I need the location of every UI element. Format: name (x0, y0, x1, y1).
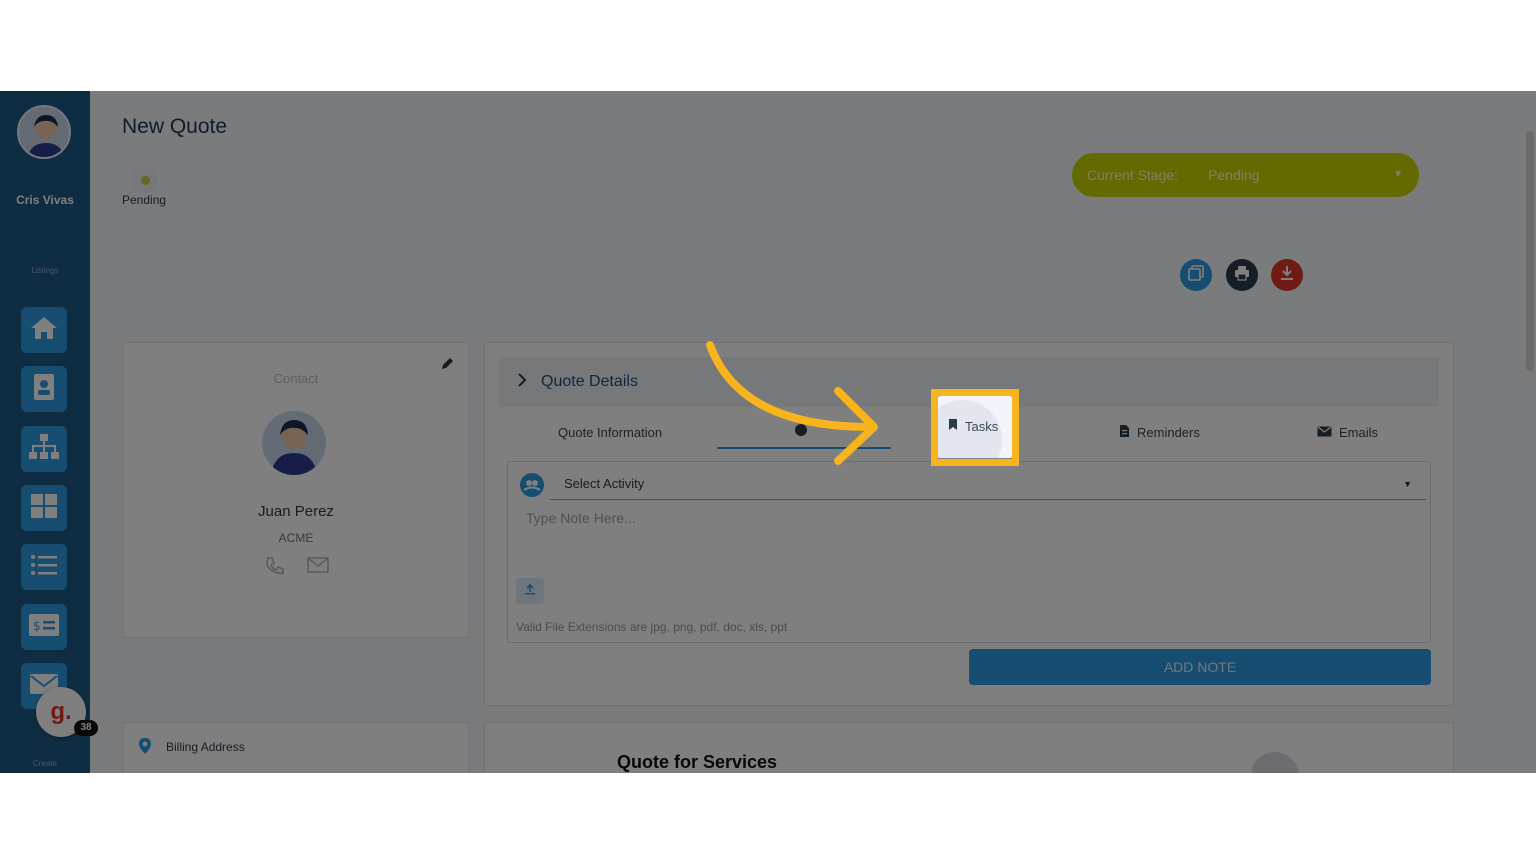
contact-company: ACME (278, 531, 314, 545)
phone-icon[interactable] (264, 555, 286, 582)
print-icon (1234, 265, 1250, 286)
invoice-icon: $ (28, 613, 60, 642)
tab-reminders[interactable]: Reminders (1119, 415, 1200, 449)
scrollbar[interactable] (1526, 131, 1534, 371)
note-textarea[interactable]: Type Note Here... (526, 510, 636, 526)
tab-emails[interactable]: Emails (1317, 415, 1378, 449)
note-editor: Select Activity ▼ Type Note Here... Vali… (507, 461, 1431, 643)
assistant-logo: g. (50, 698, 72, 725)
contact-card-icon (33, 373, 55, 406)
chevron-down-icon: ▼ (1393, 169, 1403, 180)
contact-card: Contact Juan Perez ACME (123, 342, 469, 638)
select-activity-label: Select Activity (564, 476, 645, 491)
copy-button[interactable] (1180, 259, 1212, 291)
sidebar: Cris Vivas Listings $ Create (0, 91, 90, 773)
billing-card: Billing Address (123, 722, 469, 773)
contact-name: Juan Perez (258, 503, 334, 520)
add-note-button[interactable]: ADD NOTE (969, 649, 1431, 685)
current-stage-label: Current Stage: (1087, 167, 1179, 183)
tab-label: Quote Information (558, 424, 663, 440)
nav-billing-button[interactable]: $ (21, 604, 67, 650)
tab-label: Reminders (1137, 424, 1200, 440)
valid-extensions-hint: Valid File Extensions are jpg, png, pdf,… (516, 620, 788, 634)
user-name: Cris Vivas (16, 193, 74, 207)
tab-label: Emails (1339, 424, 1379, 440)
contact-card-label: Contact (273, 371, 319, 386)
document-icon (1119, 424, 1137, 441)
nav-org-button[interactable] (21, 426, 67, 472)
contact-avatar (262, 411, 326, 475)
tutorial-highlight-box (931, 389, 1019, 466)
quote-details-title: Quote Details (541, 373, 638, 390)
page-title: New Quote (122, 115, 228, 138)
download-button[interactable] (1271, 259, 1303, 291)
stage-dot-icon (140, 175, 150, 185)
location-pin-icon (138, 737, 152, 760)
user-avatar[interactable] (17, 105, 71, 159)
home-icon (29, 315, 59, 346)
svg-text:$: $ (33, 619, 41, 633)
services-title: Quote for Services (617, 752, 778, 772)
stage-step-indicator (132, 167, 158, 193)
grid-icon (30, 493, 58, 524)
current-stage-value: Pending (1208, 167, 1260, 183)
tutorial-arrow-icon (706, 341, 878, 465)
activity-type-icon (520, 473, 544, 502)
select-activity-dropdown[interactable]: Select Activity ▼ (550, 470, 1426, 500)
create-section-label: Create (32, 759, 57, 768)
edit-pencil-icon[interactable] (440, 357, 454, 376)
upload-icon (524, 582, 536, 600)
upload-button[interactable] (516, 578, 544, 604)
nav-list-button[interactable] (21, 544, 67, 590)
download-icon (1279, 265, 1295, 286)
chevron-down-icon: ▼ (1403, 479, 1412, 489)
billing-address-label: Billing Address (166, 740, 245, 754)
nav-home-button[interactable] (21, 307, 67, 353)
print-button[interactable] (1226, 259, 1258, 291)
listings-section-label: Listings (31, 266, 59, 275)
current-stage-dropdown[interactable]: Current Stage: Pending ▼ (1072, 153, 1419, 197)
list-icon (30, 554, 58, 581)
email-icon[interactable] (307, 557, 329, 578)
nav-contacts-button[interactable] (21, 366, 67, 412)
org-chart-icon (28, 433, 60, 466)
copy-icon (1188, 264, 1204, 286)
envelope-icon (1317, 425, 1339, 440)
nav-dashboard-button[interactable] (21, 485, 67, 531)
app-frame: Cris Vivas Listings $ Create g. 38 New Q… (0, 91, 1536, 773)
services-card: Quote for Services (484, 722, 1454, 773)
stage-step-label: Pending (122, 193, 167, 207)
services-avatar (1251, 752, 1299, 773)
tab-quote-information[interactable]: Quote Information (558, 415, 662, 449)
chevron-right-icon (517, 372, 527, 392)
